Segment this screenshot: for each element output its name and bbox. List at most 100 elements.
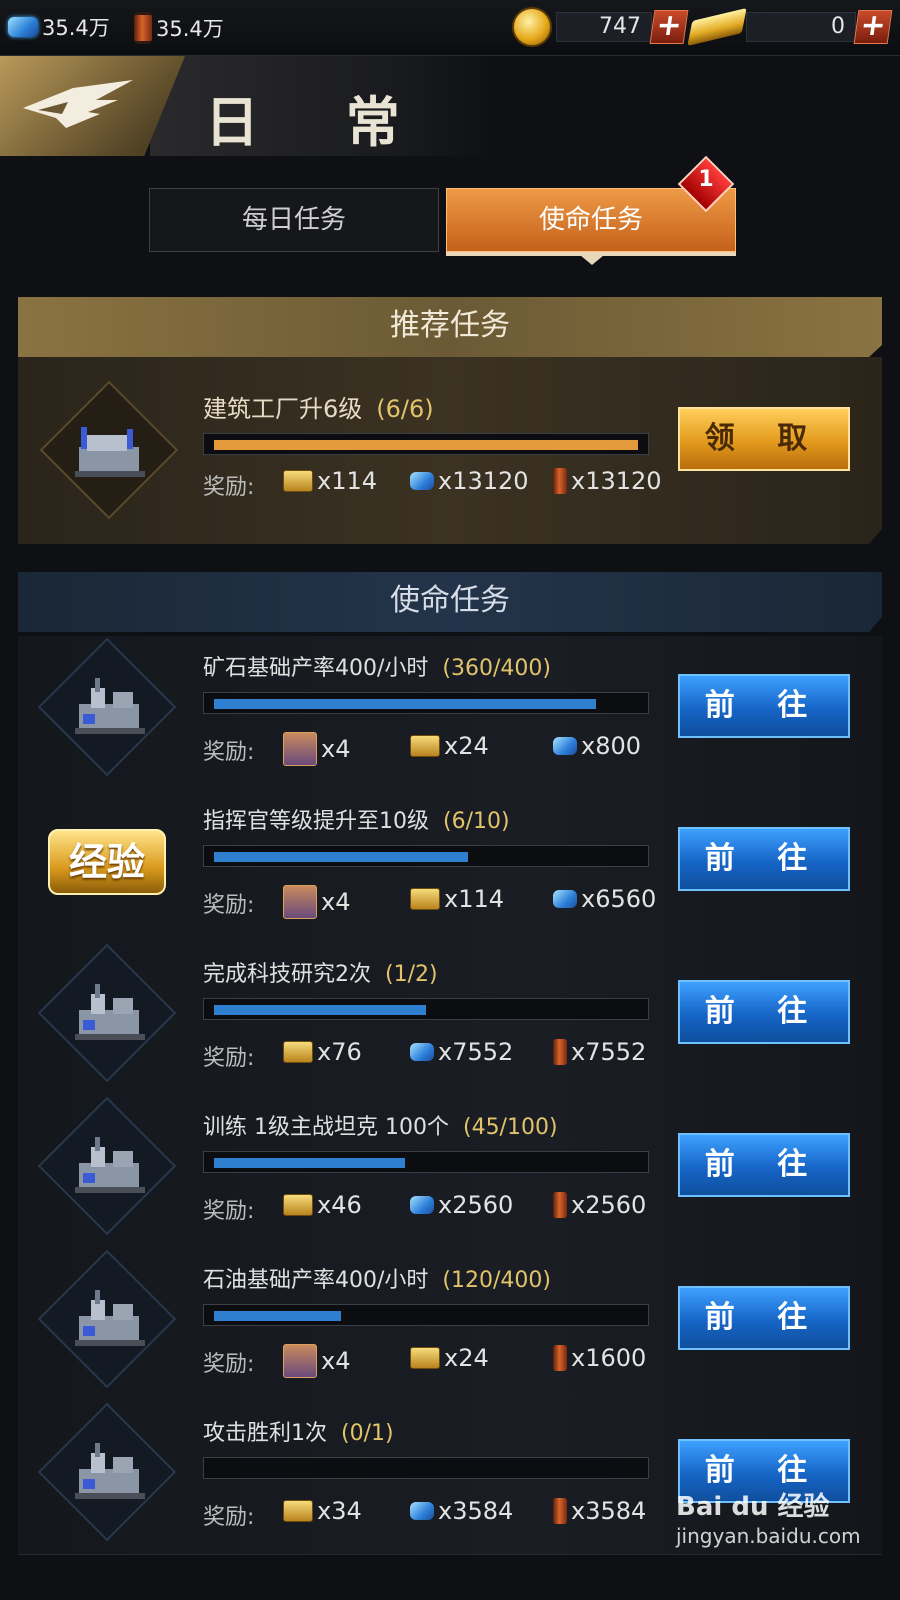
watermark-logo: Bai du 经验 — [676, 1492, 830, 1522]
task-progress-bar — [203, 692, 649, 714]
mission-section-title: 使命任务 — [18, 572, 882, 632]
oil-barrel-icon — [553, 1192, 567, 1218]
reward-amount: x6560 — [581, 885, 657, 913]
task-title-text: 训练 1级主战坦克 100个 — [203, 1115, 449, 1140]
gold-amount: 0 — [746, 12, 856, 42]
mission-row: 训练 1级主战坦克 100个 (45/100) 奖励: x46 x2560 x2560 前 … — [18, 1095, 882, 1249]
exp-icon — [410, 888, 440, 910]
hero-portrait-icon — [283, 885, 317, 919]
mission-row: 完成科技研究2次 (1/2) 奖励: x76 x7552 x7552 前 往 — [18, 942, 882, 1096]
reward-label: 奖励: — [203, 1352, 255, 1377]
crystal-icon — [410, 1502, 434, 1520]
reward-exp: x24 — [410, 732, 489, 760]
task-progress-text: (0/1) — [341, 1421, 394, 1446]
reward-label: 奖励: — [203, 1199, 255, 1224]
oil-barrel-icon — [553, 468, 567, 494]
task-progress-text: (6/10) — [443, 809, 510, 834]
reward-amount: x4 — [321, 888, 351, 916]
reward-amount: x76 — [317, 1038, 362, 1066]
crystal-resource: 35.4万 — [8, 12, 110, 42]
exp-icon — [283, 1500, 313, 1522]
task-title: 指挥官等级提升至10级 (6/10) — [203, 803, 510, 835]
reward-oil: x2560 — [553, 1191, 646, 1219]
tab-daily-tasks[interactable]: 每日任务 — [149, 188, 439, 252]
task-progress-bar — [203, 433, 649, 455]
gold-currency: 0 + — [687, 7, 893, 47]
reward-crystal: x13120 — [410, 467, 529, 495]
reward-amount: x24 — [444, 1344, 489, 1372]
resource-bar: 35.4万 35.4万 747 + 0 + — [0, 0, 900, 56]
go-button[interactable]: 前 往 — [678, 980, 850, 1044]
watermark-url: jingyan.baidu.com — [676, 1524, 861, 1548]
reward-amount: x1600 — [571, 1344, 647, 1372]
crystal-amount: 35.4万 — [42, 16, 110, 40]
reward-exp: x46 — [283, 1191, 362, 1219]
reward-amount: x34 — [317, 1497, 362, 1525]
reward-gem: x7552 — [410, 1038, 513, 1066]
active-tab-pointer — [580, 255, 604, 265]
building-icon — [75, 1443, 145, 1499]
recommended-section-title: 推荐任务 — [18, 297, 882, 357]
building-icon — [75, 1290, 145, 1346]
go-button[interactable]: 前 往 — [678, 1286, 850, 1350]
oil-barrel-icon — [553, 1345, 567, 1371]
task-title: 石油基础产率400/小时 (120/400) — [203, 1262, 551, 1294]
mission-row: 矿石基础产率400/小时 (360/400) 奖励: x4 x24 x800 前 往 — [18, 636, 882, 790]
go-button[interactable]: 前 往 — [678, 1133, 850, 1197]
task-progress-bar — [203, 998, 649, 1020]
task-title: 训练 1级主战坦克 100个 (45/100) — [203, 1109, 558, 1141]
crystal-icon — [410, 1196, 434, 1214]
reward-hero: x4 — [283, 885, 350, 919]
reward-exp: x114 — [283, 467, 377, 495]
task-progress-text: (1/2) — [385, 962, 438, 987]
building-icon — [75, 1137, 145, 1193]
reward-label: 奖励: — [203, 893, 255, 918]
task-title-text: 石油基础产率400/小时 — [203, 1268, 429, 1293]
task-progress-text: (45/100) — [462, 1115, 558, 1140]
task-title-text: 攻击胜利1次 — [203, 1421, 327, 1446]
oil-resource: 35.4万 — [134, 12, 224, 44]
task-title-text: 完成科技研究2次 — [203, 962, 371, 987]
reward-label: 奖励: — [203, 740, 255, 765]
reward-amount: x3584 — [571, 1497, 647, 1525]
claim-button[interactable]: 领 取 — [678, 407, 850, 471]
building-icon — [75, 984, 145, 1040]
task-title: 建筑工厂升6级 (6/6) — [203, 389, 434, 424]
task-progress-bar — [203, 1151, 649, 1173]
reward-exp: x76 — [283, 1038, 362, 1066]
task-progress-fill — [214, 1158, 405, 1168]
task-progress-bar — [203, 1457, 649, 1479]
building-icon — [75, 678, 145, 734]
crystal-icon — [8, 17, 38, 37]
oil-barrel-icon — [553, 1498, 567, 1524]
task-title-text: 指挥官等级提升至10级 — [203, 809, 429, 834]
mission-row: 石油基础产率400/小时 (120/400) 奖励: x4 x24 x1600 前 往 — [18, 1248, 882, 1402]
reward-oil: x1600 — [553, 1344, 646, 1372]
coin-icon — [512, 7, 552, 47]
reward-exp-amount: x114 — [317, 467, 378, 495]
task-progress-bar — [203, 845, 649, 867]
reward-amount: x7552 — [571, 1038, 647, 1066]
crystal-icon — [553, 890, 577, 908]
reward-gem: x2560 — [410, 1191, 513, 1219]
reward-oil: x13120 — [553, 467, 662, 495]
task-progress-fill — [214, 440, 638, 450]
reward-amount: x4 — [321, 735, 351, 763]
reward-label: 奖励: — [203, 475, 255, 500]
task-progress-fill — [214, 1005, 426, 1015]
coin-currency: 747 + — [512, 7, 689, 47]
go-button[interactable]: 前 往 — [678, 674, 850, 738]
task-progress-fill — [214, 699, 596, 709]
reward-oil: x3584 — [553, 1497, 646, 1525]
crystal-icon — [410, 472, 434, 490]
reward-exp: x24 — [410, 1344, 489, 1372]
oil-amount: 35.4万 — [156, 17, 224, 41]
go-button[interactable]: 前 往 — [678, 827, 850, 891]
exp-icon — [283, 1194, 313, 1216]
add-coins-button[interactable]: + — [649, 8, 689, 44]
crystal-icon — [553, 737, 577, 755]
reward-amount: x7552 — [438, 1038, 514, 1066]
reward-gem: x3584 — [410, 1497, 513, 1525]
reward-oil-amount: x13120 — [571, 467, 662, 495]
add-gold-button[interactable]: + — [853, 8, 893, 44]
